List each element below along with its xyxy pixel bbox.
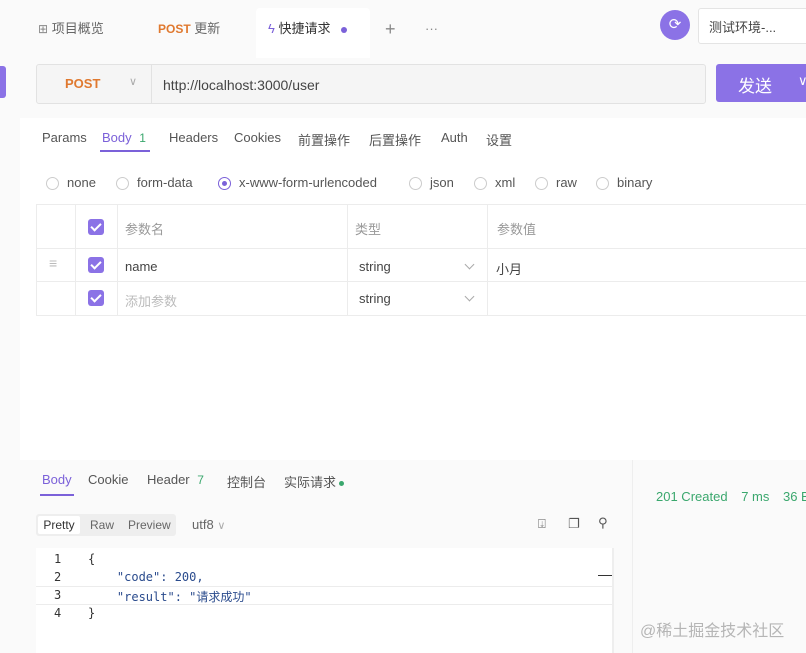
download-icon[interactable]: ⍗ bbox=[538, 516, 546, 532]
search-icon[interactable]: ⚲ bbox=[598, 515, 608, 531]
radio-binary[interactable]: binary bbox=[596, 174, 652, 192]
encoding-select[interactable]: utf8 ∨ bbox=[192, 517, 225, 532]
row-checkbox[interactable] bbox=[88, 257, 104, 273]
url-input[interactable] bbox=[161, 73, 685, 97]
param-value[interactable]: 小月 bbox=[496, 259, 522, 278]
chevron-down-icon[interactable] bbox=[464, 259, 475, 270]
select-all-checkbox[interactable] bbox=[88, 219, 104, 235]
radio-none[interactable]: none bbox=[46, 174, 96, 192]
params-table: 参数名 类型 参数值 ≡ name string 小月 添加参数 string bbox=[36, 204, 806, 316]
lightning-icon: ϟ bbox=[268, 21, 275, 36]
code-line: "code": 200, bbox=[88, 570, 204, 584]
column-header-value: 参数值 bbox=[497, 222, 537, 237]
sidebar-indicator bbox=[0, 66, 6, 98]
add-tab-button[interactable]: + bbox=[385, 18, 396, 40]
tab-quick-request[interactable]: ϟ 快捷请求 bbox=[268, 18, 347, 40]
response-tab-body[interactable]: Body bbox=[42, 472, 72, 487]
code-scrollbar[interactable] bbox=[612, 548, 614, 653]
method-select[interactable]: POST ∨ bbox=[37, 65, 152, 103]
chevron-down-icon[interactable] bbox=[464, 291, 475, 302]
code-line: } bbox=[88, 606, 96, 620]
view-raw-button[interactable]: Raw bbox=[90, 516, 114, 534]
chevron-down-icon: ∨ bbox=[217, 520, 226, 532]
current-line-highlight bbox=[36, 586, 614, 605]
active-response-tab-underline bbox=[40, 494, 74, 496]
copy-icon[interactable]: ❐ bbox=[568, 516, 580, 532]
status-code: 201 Created bbox=[656, 489, 728, 504]
tab-body[interactable]: Body 1 bbox=[102, 130, 146, 145]
chevron-down-icon: ∨ bbox=[798, 73, 806, 88]
drag-handle-icon[interactable]: ≡ bbox=[49, 255, 57, 271]
line-number: 4 bbox=[54, 606, 62, 620]
grid-icon: ⊞ bbox=[38, 22, 49, 36]
tab-post-request[interactable]: 后置操作 bbox=[369, 130, 421, 149]
response-size: 36 B bbox=[782, 489, 806, 504]
add-param-input[interactable]: 添加参数 bbox=[125, 291, 177, 310]
response-tab-header[interactable]: Header 7 bbox=[147, 472, 204, 487]
param-name[interactable]: name bbox=[125, 259, 158, 274]
line-number: 1 bbox=[54, 552, 62, 566]
sync-icon[interactable]: ⟳ bbox=[660, 10, 690, 40]
column-header-type: 类型 bbox=[355, 222, 382, 237]
radio-json[interactable]: json bbox=[409, 174, 454, 192]
param-type[interactable]: string bbox=[359, 291, 391, 306]
tab-pre-request[interactable]: 前置操作 bbox=[298, 130, 350, 149]
radio-x-www-form-urlencoded[interactable]: x-www-form-urlencoded bbox=[218, 174, 377, 192]
response-tab-console[interactable]: 控制台 bbox=[227, 472, 266, 491]
environment-select[interactable]: 测试环境-... bbox=[698, 8, 806, 44]
response-tab-cookie[interactable]: Cookie bbox=[88, 472, 128, 487]
radio-xml[interactable]: xml bbox=[474, 174, 515, 192]
tab-settings[interactable]: 设置 bbox=[486, 130, 512, 149]
tab-auth[interactable]: Auth bbox=[441, 130, 468, 145]
view-pretty-button[interactable]: Pretty bbox=[38, 516, 80, 534]
url-bar: POST ∨ bbox=[36, 64, 706, 104]
response-tab-actual-request[interactable]: 实际请求 bbox=[284, 472, 345, 491]
active-subtab-underline bbox=[100, 150, 150, 152]
row-checkbox[interactable] bbox=[88, 290, 104, 306]
status-dot bbox=[339, 481, 345, 487]
tab-post-update[interactable]: POST 更新 bbox=[158, 18, 220, 40]
unsaved-dot bbox=[340, 26, 347, 33]
view-toggle-group: Pretty Raw Preview bbox=[36, 514, 176, 536]
response-time: 7 ms bbox=[741, 489, 770, 504]
line-number: 2 bbox=[54, 570, 62, 584]
response-status: 201 Created 7 ms 36 B bbox=[656, 489, 806, 504]
column-header-name: 参数名 bbox=[125, 222, 165, 237]
tab-cookies[interactable]: Cookies bbox=[234, 130, 281, 145]
more-tabs-button[interactable]: ··· bbox=[425, 18, 438, 40]
response-code-editor[interactable]: 1 2 3 4 { "code": 200, "result": "请求成功" … bbox=[36, 548, 614, 653]
tab-params[interactable]: Params bbox=[42, 130, 87, 145]
code-line: { bbox=[88, 552, 96, 566]
radio-form-data[interactable]: form-data bbox=[116, 174, 193, 192]
chevron-down-icon: ∨ bbox=[129, 76, 138, 88]
header-count-badge: 7 bbox=[197, 473, 204, 487]
watermark: @稀土掘金技术社区 bbox=[640, 623, 785, 640]
radio-raw[interactable]: raw bbox=[535, 174, 577, 192]
view-preview-button[interactable]: Preview bbox=[128, 516, 171, 534]
param-type[interactable]: string bbox=[359, 259, 391, 274]
tab-method-badge: POST bbox=[158, 22, 191, 36]
body-count-badge: 1 bbox=[139, 131, 146, 145]
send-button[interactable]: 发送 ∨ bbox=[716, 64, 806, 102]
tab-headers[interactable]: Headers bbox=[169, 130, 218, 145]
tab-project-overview[interactable]: ⊞ 项目概览 bbox=[38, 18, 104, 40]
